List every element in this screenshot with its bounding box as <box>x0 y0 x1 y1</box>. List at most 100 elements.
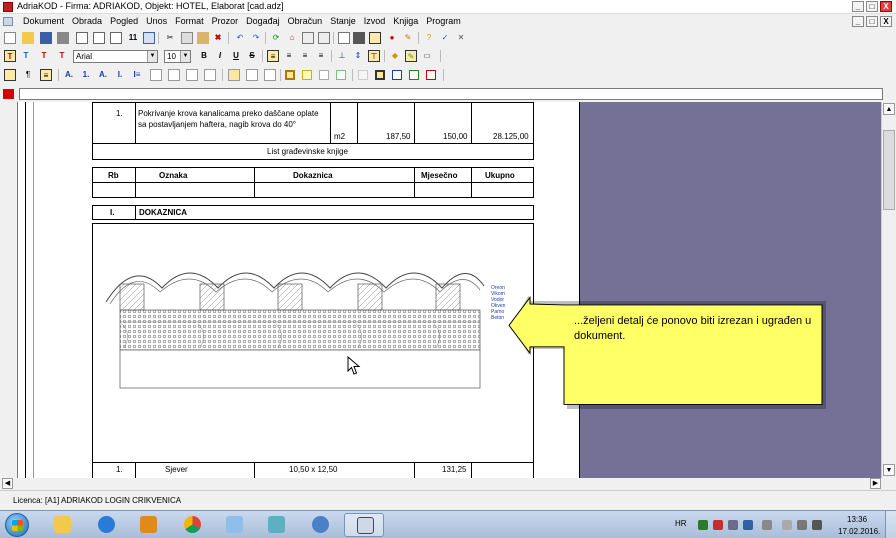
shade-green-icon[interactable] <box>409 70 419 80</box>
menu-doga-aj[interactable]: Događaj <box>242 16 284 26</box>
menu-stanje[interactable]: Stanje <box>326 16 360 26</box>
size-dropdown-icon[interactable]: ▼ <box>180 51 190 62</box>
menu-pogled[interactable]: Pogled <box>106 16 142 26</box>
shade-yellow-icon[interactable] <box>375 70 385 80</box>
menu-obra-un[interactable]: Obračun <box>284 16 327 26</box>
maximize-button[interactable]: □ <box>866 1 878 12</box>
ie-task[interactable] <box>86 513 126 537</box>
header-icon[interactable] <box>228 69 240 81</box>
media-task[interactable] <box>128 513 168 537</box>
align-center-icon[interactable]: ≡ <box>283 50 295 62</box>
language-indicator[interactable]: HR <box>675 519 687 528</box>
shade-blue-icon[interactable] <box>392 70 402 80</box>
numbering-icon[interactable]: ≡ <box>40 69 52 81</box>
find-icon[interactable] <box>110 32 122 44</box>
tray-app-3-icon[interactable] <box>728 520 738 530</box>
open-folder-icon[interactable] <box>22 32 34 44</box>
home-icon[interactable]: ⌂ <box>286 32 298 44</box>
page-layout-1-icon[interactable] <box>150 69 162 81</box>
paragraph-icon[interactable]: ¶ <box>22 69 34 81</box>
text-style-1-button[interactable]: T <box>4 50 16 62</box>
menu-knjiga[interactable]: Knjiga <box>389 16 422 26</box>
cut-icon[interactable]: ✂ <box>164 32 176 44</box>
align-right-icon[interactable]: ≡ <box>299 50 311 62</box>
page-preview-icon[interactable] <box>76 32 88 44</box>
scroll-down-icon[interactable]: ▼ <box>883 464 895 476</box>
scroll-up-icon[interactable]: ▲ <box>883 103 895 115</box>
strikethrough-button[interactable]: S <box>246 50 258 62</box>
border-orange-icon[interactable] <box>285 70 295 80</box>
brush-icon[interactable]: ✎ <box>402 32 414 44</box>
save-icon[interactable] <box>40 32 52 44</box>
underline-button[interactable]: U <box>230 50 242 62</box>
horizontal-scrollbar[interactable]: ◀ ▶ <box>0 478 896 490</box>
menu-unos[interactable]: Unos <box>142 16 171 26</box>
menu-program[interactable]: Program <box>422 16 465 26</box>
tray-app-5-icon[interactable] <box>762 520 772 530</box>
insert-image-icon[interactable] <box>264 69 276 81</box>
explorer-task[interactable] <box>42 513 82 537</box>
help-icon[interactable]: ? <box>423 32 435 44</box>
zoom-page-icon[interactable] <box>93 32 105 44</box>
undo-icon[interactable]: ↶ <box>234 32 246 44</box>
copy-icon[interactable] <box>181 32 193 44</box>
start-button[interactable] <box>5 513 29 537</box>
label-roman-button[interactable]: I. <box>114 69 126 81</box>
scroll-right-icon[interactable]: ▶ <box>870 478 881 489</box>
print-icon[interactable] <box>57 32 69 44</box>
volume-icon[interactable] <box>812 520 822 530</box>
tray-app-1-icon[interactable] <box>698 520 708 530</box>
text-style-4-button[interactable]: T <box>56 50 68 62</box>
text-style-2-button[interactable]: T <box>20 50 32 62</box>
tools-icon[interactable]: ✕ <box>455 32 467 44</box>
page-number-icon[interactable]: 11 <box>127 32 139 44</box>
refresh-icon[interactable]: ⟳ <box>270 32 282 44</box>
border-yellow-icon[interactable] <box>302 70 312 80</box>
valign-bottom-icon[interactable]: ⊥ <box>336 50 348 62</box>
font-select[interactable]: Arial ▼ <box>73 50 158 63</box>
clock-time[interactable]: 13:36 <box>847 515 867 524</box>
border-green-icon[interactable] <box>336 70 346 80</box>
paint-task[interactable] <box>214 513 254 537</box>
window-icon[interactable] <box>338 32 350 44</box>
close-button[interactable]: X <box>880 1 892 12</box>
label-a2-button[interactable]: A. <box>97 69 109 81</box>
tray-app-2-icon[interactable] <box>713 520 723 530</box>
shade-red-icon[interactable] <box>426 70 436 80</box>
list-icon[interactable] <box>302 32 314 44</box>
valign-top-icon[interactable]: ⊤ <box>368 50 380 62</box>
record-indicator-icon[interactable] <box>3 89 14 99</box>
valign-middle-icon[interactable]: ⇕ <box>352 50 364 62</box>
show-desktop-button[interactable] <box>885 511 896 538</box>
delete-icon[interactable]: ✖ <box>212 32 224 44</box>
app-task-3[interactable] <box>300 513 340 537</box>
paste-format-icon[interactable] <box>4 69 16 81</box>
page-layout-2-icon[interactable] <box>168 69 180 81</box>
font-dropdown-icon[interactable]: ▼ <box>147 51 157 62</box>
shade-white-icon[interactable] <box>358 70 368 80</box>
doc-minimize-button[interactable]: _ <box>852 16 864 27</box>
doc-maximize-button[interactable]: □ <box>866 16 878 27</box>
paste-icon[interactable] <box>197 32 209 44</box>
menu-dokument[interactable]: Dokument <box>19 16 68 26</box>
align-left-icon[interactable]: ≡ <box>267 50 279 62</box>
page-layout-4-icon[interactable] <box>204 69 216 81</box>
camera-select-icon[interactable] <box>369 32 381 44</box>
stop-icon[interactable]: ● <box>386 32 398 44</box>
italic-button[interactable]: I <box>214 50 226 62</box>
menu-format[interactable]: Format <box>171 16 208 26</box>
adriakod-task[interactable] <box>344 513 384 537</box>
clock-date[interactable]: 17.02.2016. <box>838 527 880 536</box>
document-page[interactable]: 1. Pokrivanje krova kanalicama preko daš… <box>18 102 580 480</box>
app-task-2[interactable] <box>256 513 296 537</box>
tray-app-4-icon[interactable] <box>743 520 753 530</box>
fill-color-icon[interactable]: ◆ <box>389 50 401 62</box>
roof-detail-drawing[interactable] <box>102 264 502 392</box>
columns-icon[interactable] <box>143 32 155 44</box>
page-layout-3-icon[interactable] <box>186 69 198 81</box>
redo-icon[interactable]: ↷ <box>250 32 262 44</box>
doc-close-button[interactable]: X <box>880 16 892 27</box>
command-input[interactable] <box>19 88 883 100</box>
chrome-task[interactable] <box>172 513 212 537</box>
pen-icon[interactable]: ✎ <box>405 50 417 62</box>
